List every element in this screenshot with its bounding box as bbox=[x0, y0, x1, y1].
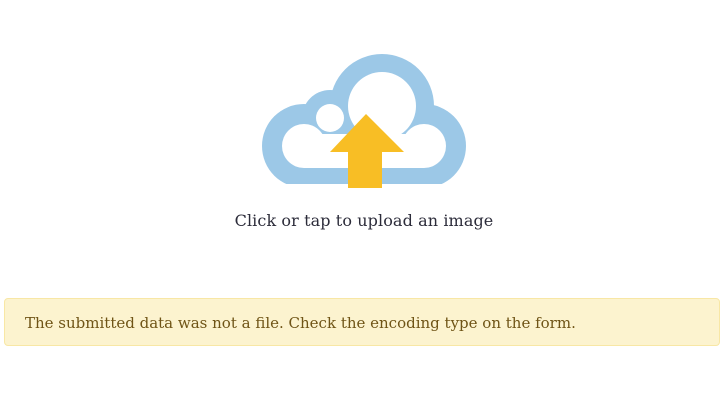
alert-message: The submitted data was not a file. Check… bbox=[25, 314, 576, 332]
image-upload-dropzone[interactable]: Click or tap to upload an image bbox=[0, 40, 728, 240]
upload-prompt-label: Click or tap to upload an image bbox=[234, 211, 494, 230]
error-alert: The submitted data was not a file. Check… bbox=[4, 298, 720, 346]
cloud-upload-icon bbox=[262, 54, 466, 190]
